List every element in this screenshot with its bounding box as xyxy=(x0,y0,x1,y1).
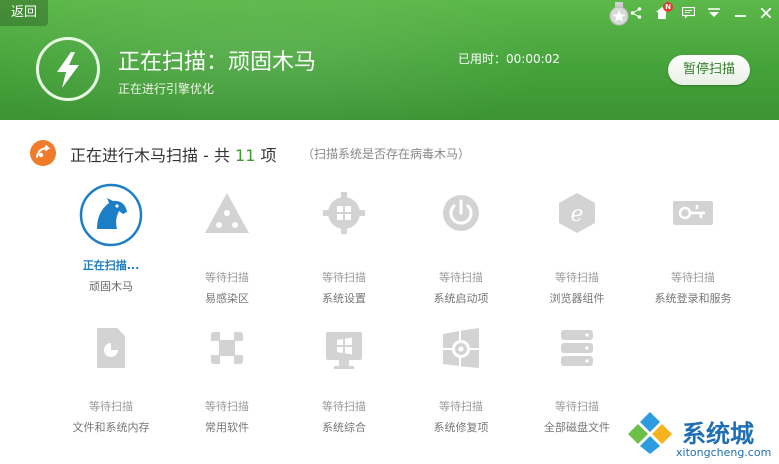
scan-item-system-repair[interactable]: 等待扫描 系统修复项 xyxy=(406,324,516,435)
horse-icon xyxy=(79,183,143,247)
lightning-icon xyxy=(36,37,100,101)
section-title-prefix: 正在进行木马扫描 - 共 xyxy=(70,146,236,165)
scan-item-label: 系统登录和服务 xyxy=(654,292,732,305)
scan-item-label: 文件和系统内存 xyxy=(72,421,150,434)
ie-browser-icon: e xyxy=(545,189,609,253)
software-grid-icon xyxy=(195,324,259,388)
scan-status: 等待扫描 xyxy=(555,271,599,284)
scan-item-label: 全部磁盘文件 xyxy=(544,421,610,434)
scan-status: 等待扫描 xyxy=(439,400,483,413)
share-icon[interactable] xyxy=(623,0,649,26)
watermark-brand: 系统城 xyxy=(682,420,754,448)
scan-item-common-software[interactable]: 等待扫描 常用软件 xyxy=(172,324,282,435)
scan-status: 等待扫描 xyxy=(205,400,249,413)
monitor-windows-icon xyxy=(312,324,376,388)
scan-item-label: 常用软件 xyxy=(205,421,249,434)
scan-subtitle: 正在进行引擎优化 xyxy=(118,82,215,96)
scan-item-vulnerable-area[interactable]: 等待扫描 易感染区 xyxy=(172,189,282,306)
scan-count: 11 xyxy=(235,146,256,165)
scan-item-label: 浏览器组件 xyxy=(549,292,605,305)
watermark-url: xitongcheng.com xyxy=(676,446,772,459)
watermark: 系统城 xitongcheng.com xyxy=(626,410,776,464)
scan-item-stubborn-trojan[interactable]: 正在扫描... 顽固木马 xyxy=(56,183,166,294)
pause-scan-button[interactable]: 暂停扫描 xyxy=(668,55,750,85)
scan-item-system-settings[interactable]: 等待扫描 系统设置 xyxy=(289,189,399,306)
close-icon[interactable] xyxy=(753,0,779,26)
scan-item-label: 系统启动项 xyxy=(433,292,489,305)
scan-item-startup[interactable]: 等待扫描 系统启动项 xyxy=(406,189,516,306)
scan-status: 等待扫描 xyxy=(555,400,599,413)
scan-status: 等待扫描 xyxy=(671,271,715,284)
scan-item-label: 系统设置 xyxy=(322,292,366,305)
scan-status: 等待扫描 xyxy=(205,271,249,284)
scan-item-label: 系统修复项 xyxy=(433,421,489,434)
gear-windows-icon xyxy=(312,189,376,253)
scan-item-login-services[interactable]: 等待扫描 系统登录和服务 xyxy=(638,189,748,306)
scan-section-icon xyxy=(30,140,56,166)
minimize-icon[interactable] xyxy=(727,0,753,26)
scan-item-label: 易感染区 xyxy=(205,292,249,305)
section-title-suffix: 项 xyxy=(255,146,277,165)
scan-item-system-general[interactable]: 等待扫描 系统综合 xyxy=(289,324,399,435)
scan-title: 正在扫描：顽固木马 xyxy=(118,50,317,75)
feedback-icon[interactable] xyxy=(675,0,701,26)
watermark-logo-icon xyxy=(628,412,672,454)
scan-item-label: 系统综合 xyxy=(322,421,366,434)
scan-status: 等待扫描 xyxy=(89,400,133,413)
scan-status: 等待扫描 xyxy=(322,271,366,284)
power-icon xyxy=(429,189,493,253)
scan-item-label: 顽固木马 xyxy=(89,280,133,293)
warning-triangle-icon xyxy=(195,189,259,253)
scan-status: 等待扫描 xyxy=(322,400,366,413)
file-memory-icon xyxy=(79,324,143,388)
scan-status: 等待扫描 xyxy=(439,271,483,284)
scan-status: 正在扫描... xyxy=(82,259,140,272)
scan-item-files-memory[interactable]: 等待扫描 文件和系统内存 xyxy=(56,324,166,435)
section-note: （扫描系统是否存在病毒木马） xyxy=(302,147,471,161)
new-badge: N xyxy=(663,2,673,12)
back-button[interactable]: 返回 xyxy=(0,0,48,26)
scan-item-browser-components[interactable]: e 等待扫描 浏览器组件 xyxy=(522,189,632,306)
elapsed-time: 已用时：00:00:02 xyxy=(458,52,560,66)
windows-repair-icon xyxy=(429,324,493,388)
menu-icon[interactable] xyxy=(701,0,727,26)
disk-stack-icon xyxy=(545,324,609,388)
key-login-icon xyxy=(661,189,725,253)
window-controls: N xyxy=(623,0,779,26)
skin-icon[interactable]: N xyxy=(649,0,675,26)
scan-header: 返回 正在扫描：顽固木马 正在进行引擎优化 已用时：00:00:02 暂停扫描 … xyxy=(0,0,779,120)
svg-text:e: e xyxy=(570,202,583,227)
section-title: 正在进行木马扫描 - 共 11 项 xyxy=(70,142,277,166)
scan-item-all-disk-files[interactable]: 等待扫描 全部磁盘文件 xyxy=(522,324,632,435)
